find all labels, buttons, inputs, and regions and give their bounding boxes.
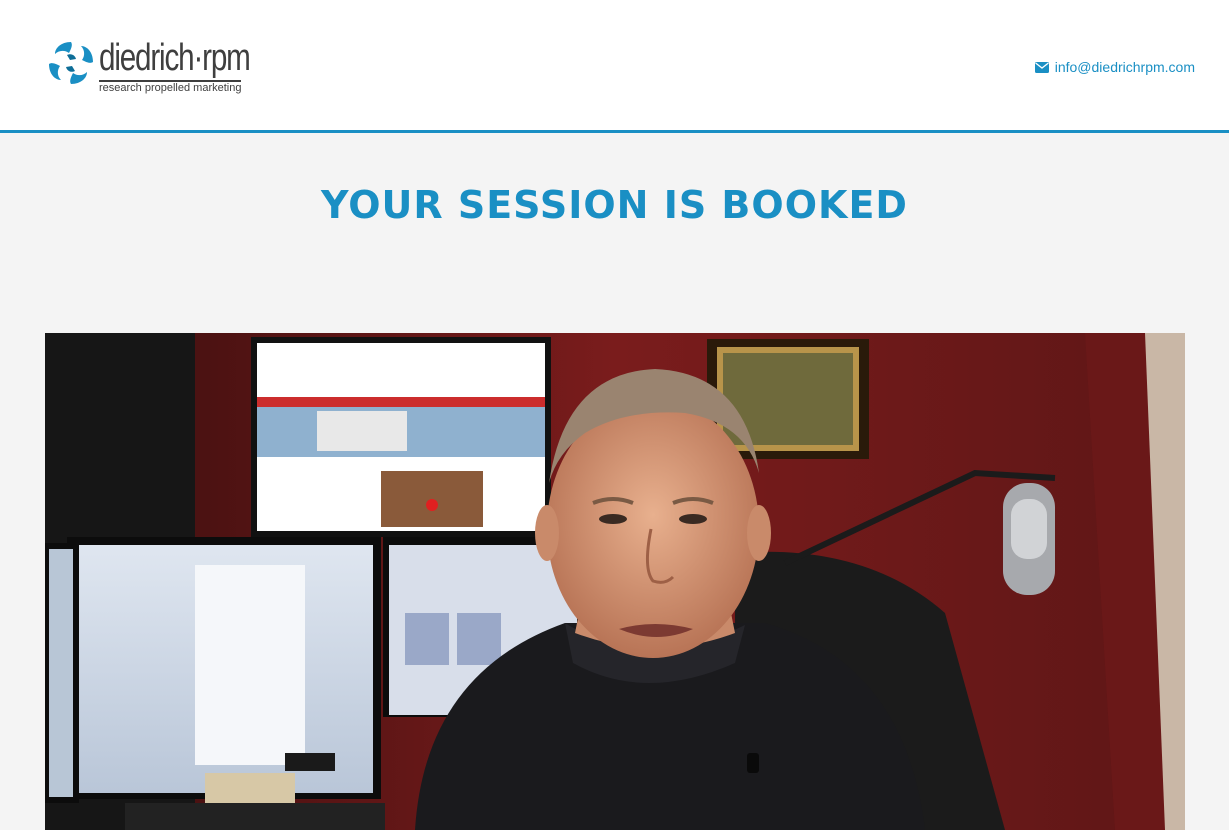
logo-tagline: research propelled marketing <box>99 82 242 94</box>
video-player[interactable] <box>45 333 1185 830</box>
email-address: info@diedrichrpm.com <box>1054 59 1195 75</box>
page-title: YOUR SESSION IS BOOKED <box>321 183 908 227</box>
logo-link[interactable]: diedrich·rpm research propelled marketin… <box>47 37 251 98</box>
swirl-logo-icon <box>49 42 93 84</box>
logo-wordmark: diedrich·rpm <box>99 37 251 79</box>
site-header: diedrich·rpm research propelled marketin… <box>0 0 1229 133</box>
envelope-icon <box>1034 61 1049 73</box>
email-contact-link[interactable]: info@diedrichrpm.com <box>1034 59 1195 75</box>
video-thumbnail <box>45 333 1185 830</box>
